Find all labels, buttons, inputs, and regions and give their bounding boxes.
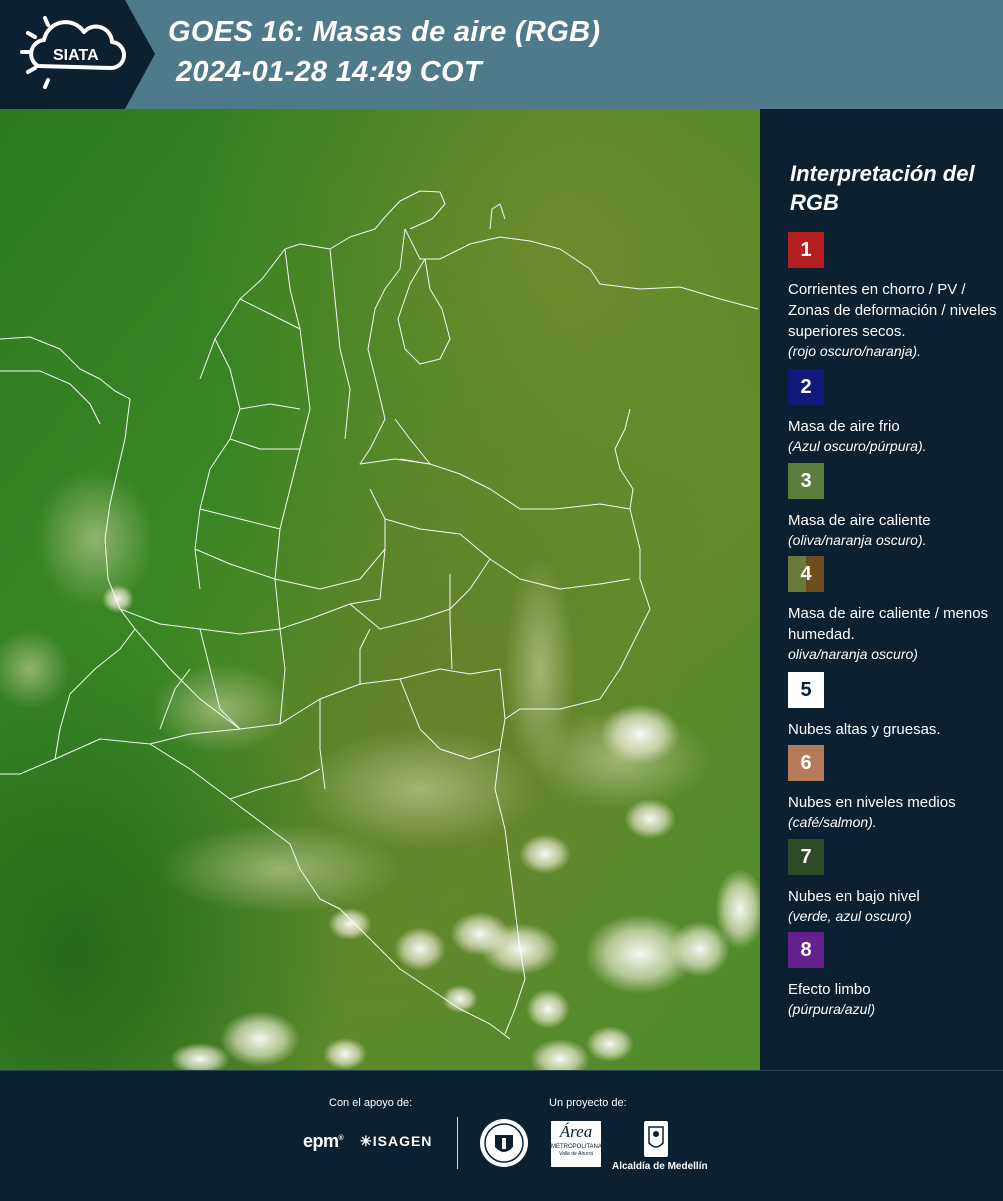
siata-logo: SIATA	[0, 0, 155, 109]
project-label: Un proyecto de:	[549, 1097, 627, 1109]
legend-item-8: 8 Efecto limbo (púrpura/azul)	[788, 932, 998, 1019]
legend-swatch: 4	[788, 556, 824, 592]
legend-number: 4	[800, 562, 812, 585]
satellite-map	[0, 109, 760, 1070]
legend-note: (rojo oscuro/naranja).	[788, 343, 922, 359]
header-bar: SIATA GOES 16: Masas de aire (RGB) 2024-…	[0, 0, 1003, 109]
legend-item-3: 3 Masa de aire caliente (oliva/naranja o…	[788, 463, 998, 550]
title-datetime: 2024-01-28 14:49 COT	[176, 56, 482, 88]
legend-note: (verde, azul oscuro)	[788, 908, 912, 924]
legend-item-6: 6 Nubes en niveles medios (café/salmon).	[788, 745, 998, 832]
legend-swatch: 7	[788, 839, 824, 875]
legend-note: oliva/naranja oscuro)	[788, 646, 918, 662]
legend-description: Masa de aire frio	[788, 418, 900, 435]
legend-description: Nubes en niveles medios	[788, 794, 956, 811]
legend-number: 2	[800, 375, 812, 398]
legend-swatch: 5	[788, 672, 824, 708]
legend-description: Corrientes en chorro / PV / Zonas de def…	[788, 281, 997, 340]
legend-swatch: 3	[788, 463, 824, 499]
alcaldia-label: Alcaldía de Medellín	[612, 1161, 708, 1172]
legend-note: (púrpura/azul)	[788, 1001, 876, 1017]
legend-note: (oliva/naranja oscuro).	[788, 532, 927, 548]
legend-item-4: 4 Masa de aire caliente / menos humedad.…	[788, 556, 998, 664]
legend-number: 8	[800, 938, 812, 961]
legend-item-7: 7 Nubes en bajo nivel (verde, azul oscur…	[788, 839, 998, 926]
footer-divider	[457, 1117, 458, 1169]
alcaldia-shield-icon	[642, 1119, 670, 1164]
isagen-logo: ✳ISAGEN	[360, 1133, 433, 1149]
legend-number: 7	[800, 845, 812, 868]
legend-note: (café/salmon).	[788, 814, 877, 830]
epm-logo: epm®	[303, 1131, 344, 1151]
support-label: Con el apoyo de:	[329, 1097, 413, 1109]
legend-number: 6	[800, 751, 812, 774]
legend-item-2: 2 Masa de aire frio (Azul oscuro/púrpura…	[788, 369, 998, 456]
legend-swatch: 8	[788, 932, 824, 968]
legend-swatch: 1	[788, 232, 824, 268]
legend-item-1: 1 Corrientes en chorro / PV / Zonas de d…	[788, 232, 998, 361]
legend-description: Masa de aire caliente	[788, 512, 931, 529]
legend-description: Efecto limbo	[788, 981, 871, 998]
legend-number: 1	[800, 238, 812, 261]
legend-swatch: 2	[788, 369, 824, 405]
footer: Con el apoyo de: Un proyecto de: epm® ✳I…	[0, 1070, 1003, 1201]
area-metropolitana-logo: Área METROPOLITANA Valle de Aburrá	[551, 1121, 602, 1167]
legend-description: Masa de aire caliente / menos humedad.	[788, 605, 989, 643]
title-product: GOES 16: Masas de aire (RGB)	[168, 16, 601, 48]
isagen-star-icon: ✳	[360, 1133, 373, 1149]
legend-description: Nubes en bajo nivel	[788, 888, 920, 905]
medellin-seal-icon	[478, 1117, 530, 1174]
legend-heading: Interpretación del RGB	[790, 161, 975, 215]
legend-description: Nubes altas y gruesas.	[788, 721, 941, 738]
legend-number: 5	[800, 678, 812, 701]
legend-number: 3	[800, 469, 812, 492]
legend-note: (Azul oscuro/púrpura).	[788, 438, 927, 454]
legend-item-5: 5 Nubes altas y gruesas.	[788, 672, 998, 740]
siata-logo-text: SIATA	[53, 47, 99, 64]
legend-panel: Interpretación del RGB 1 Corrientes en c…	[760, 109, 1003, 1070]
legend-swatch: 6	[788, 745, 824, 781]
